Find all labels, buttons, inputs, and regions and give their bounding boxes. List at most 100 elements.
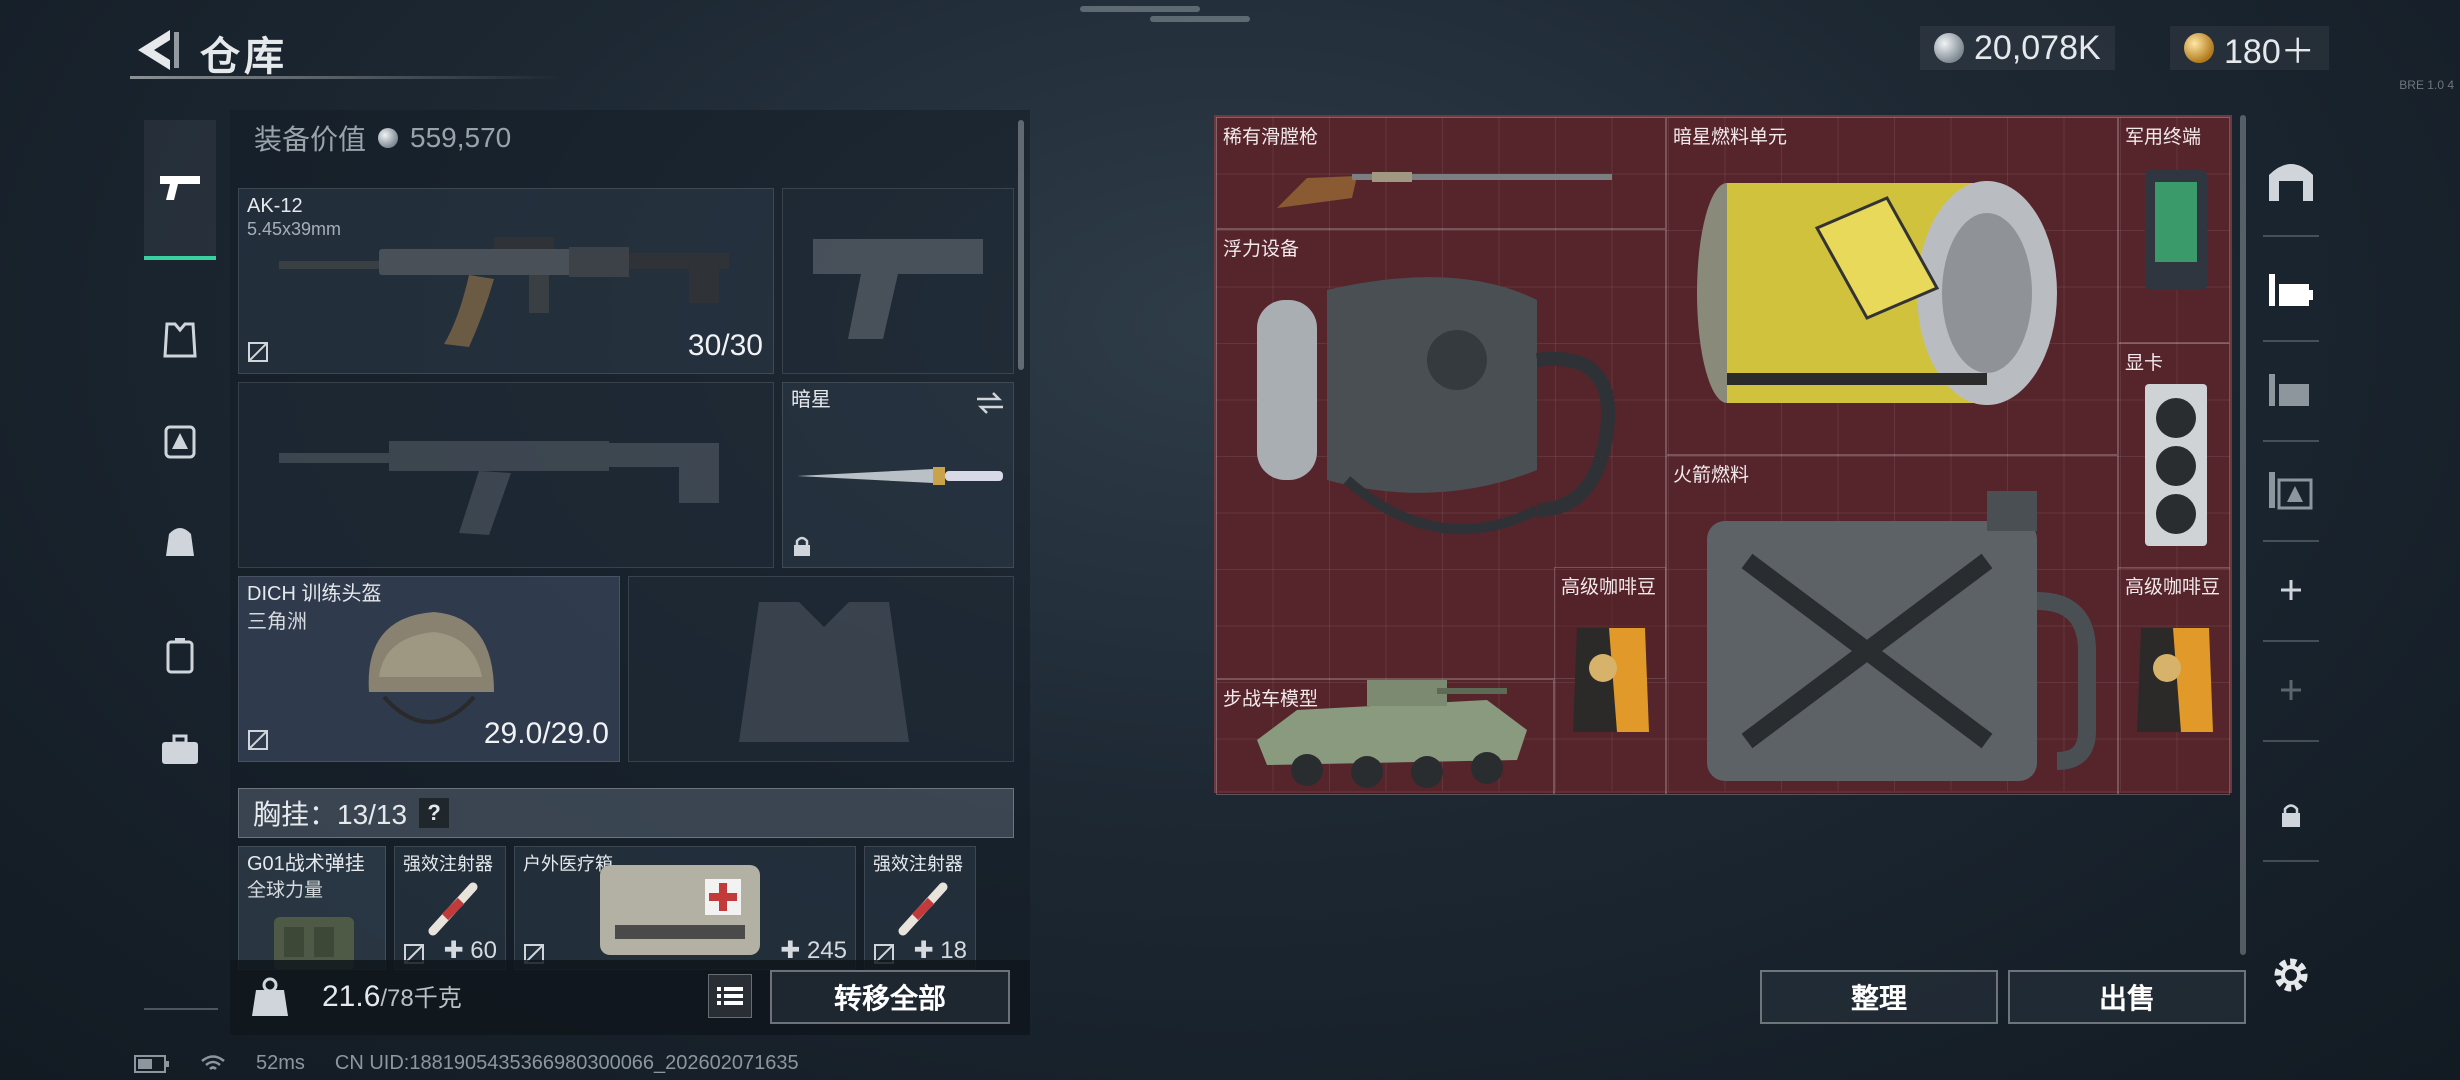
buoyancy-device-image (1257, 277, 1616, 535)
silver-currency[interactable]: 20,078K (1920, 26, 2115, 70)
equipment-value-label: 装备价值 (254, 124, 367, 155)
coffee-bag-image (1573, 628, 1649, 732)
silver-coin-icon (378, 128, 399, 148)
rifle-image (279, 237, 729, 347)
nav-divider (2263, 540, 2319, 542)
settings-button[interactable] (2255, 940, 2327, 1010)
tab-storage-2[interactable] (2255, 255, 2327, 325)
silver-amount: 20,078K (1974, 28, 2101, 67)
item-graphics-card[interactable]: 显卡 (2118, 343, 2230, 569)
case-icon (166, 638, 194, 674)
rig-item-medkit[interactable]: 户外医疗箱 ✚ 245 (514, 846, 856, 970)
nav-divider (2263, 860, 2319, 862)
nav-divider (2263, 340, 2319, 342)
item-label: 军用终端 (2125, 127, 2202, 148)
melee-slot[interactable]: 暗星 (782, 382, 1014, 568)
storage-warning-icon (2269, 472, 2313, 510)
item-label: 显卡 (2125, 353, 2164, 374)
silver-coin-icon (1934, 33, 1964, 63)
ifv-image (1257, 680, 1527, 788)
rifle-placeholder-icon (279, 441, 719, 535)
weight-bar: 21.6/78千克 转移全部 (230, 960, 1030, 1035)
container-scrollbar[interactable] (2240, 115, 2246, 955)
vest-icon (163, 322, 197, 358)
locked-storage[interactable] (2255, 780, 2327, 850)
storage-rack-icon (2269, 374, 2309, 406)
fuel-cell-image (1697, 181, 2057, 405)
secondary-weapon-slot[interactable] (238, 382, 774, 568)
item-coffee-beans[interactable]: 高级咖啡豆 (2118, 567, 2230, 795)
item-label: 高级咖啡豆 (1561, 577, 1657, 598)
helmet-durability: 29.0/29.0 (483, 717, 609, 750)
tab-weapons[interactable] (144, 120, 216, 260)
item-coffee-beans[interactable]: 高级咖啡豆 (1554, 567, 1666, 795)
helmet-brand: 三角洲 (247, 611, 307, 633)
weight-max: /78千克 (380, 985, 462, 1012)
nav-divider (144, 1008, 218, 1010)
battery-icon (134, 1054, 169, 1073)
storage-rack-icon (2269, 274, 2313, 306)
item-musket[interactable]: 稀有滑膛枪 (1216, 117, 1666, 229)
armor-slot[interactable] (628, 576, 1014, 762)
item-fuel-cell[interactable]: 暗星燃料单元 (1666, 117, 2118, 455)
item-rocket-fuel[interactable]: 火箭燃料 (1666, 455, 2118, 795)
nav-divider (2263, 640, 2319, 642)
helmet-slot[interactable]: DICH 训练头盔 三角洲 29.0/29.0 (238, 576, 620, 762)
chest-rig-bar: 胸挂：13/13 ? (238, 788, 1014, 838)
list-view-button[interactable] (708, 974, 752, 1018)
weapon-name: AK-12 (247, 195, 303, 217)
tab-toolbox[interactable] (144, 720, 216, 780)
pistol-placeholder-icon (813, 239, 983, 339)
equipment-value-amount: 559,570 (410, 122, 512, 153)
back-button[interactable] (130, 26, 186, 74)
item-ifv-model[interactable]: 步战车模型 (1216, 679, 1554, 795)
wifi-icon (201, 1054, 225, 1070)
tab-bag[interactable] (144, 510, 216, 570)
coffee-bag-image (2137, 628, 2213, 732)
tab-storage-main[interactable] (2255, 145, 2327, 215)
status-bar: 52ms CN UID:1881905435366980300066_20260… (134, 1052, 799, 1075)
right-container-nav (2255, 115, 2327, 1035)
rig-item-injector[interactable]: 强效注射器 ✚ 18 (864, 846, 976, 970)
list-icon (717, 987, 743, 1005)
help-button[interactable]: ? (419, 798, 450, 828)
rig-item-injector[interactable]: 强效注射器 ✚ 60 (394, 846, 506, 970)
knife-image (797, 467, 1003, 485)
page-title: 仓库 (200, 35, 288, 79)
lock-icon (2282, 804, 2300, 827)
sell-button[interactable]: 出售 (2008, 970, 2246, 1024)
pistol-icon (160, 176, 200, 200)
terminal-image (2145, 170, 2207, 290)
add-storage-button-disabled[interactable] (2255, 655, 2327, 725)
nav-divider (2263, 440, 2319, 442)
primary-weapon-slot[interactable]: AK-12 5.45x39mm 30/30 (238, 188, 774, 374)
tab-storage-4[interactable] (2255, 455, 2327, 525)
tab-case[interactable] (144, 625, 216, 685)
add-storage-button[interactable] (2255, 555, 2327, 625)
gold-currency[interactable]: 180＋ (2170, 26, 2329, 71)
item-label: 高级咖啡豆 (2125, 577, 2221, 598)
equipment-scrollbar[interactable] (1018, 120, 1024, 370)
sort-button[interactable]: 整理 (1760, 970, 1998, 1024)
bag-icon (166, 528, 194, 556)
rig-item-g01[interactable]: G01战术弹挂 全球力量 (238, 846, 386, 970)
equipment-value: 装备价值 559,570 (254, 118, 511, 158)
rig-item-name: G01战术弹挂 (247, 853, 365, 875)
swap-icon[interactable] (975, 391, 1005, 415)
help-label: ? (427, 800, 441, 825)
tab-storage-3[interactable] (2255, 355, 2327, 425)
item-label: 稀有滑膛枪 (1223, 127, 1319, 148)
user-uid: CN UID:1881905435366980300066_2026020716… (334, 1052, 799, 1074)
tab-armor[interactable] (144, 310, 216, 370)
item-military-terminal[interactable]: 军用终端 (2118, 117, 2230, 343)
storage-container: 稀有滑膛枪 暗星燃料单元 军用终端 浮力设备 显卡 火箭燃料 步战车模型 高级咖… (1214, 115, 2232, 795)
transfer-all-button[interactable]: 转移全部 (770, 970, 1010, 1024)
item-label: 浮力设备 (1223, 239, 1300, 260)
tab-backpack[interactable] (144, 410, 216, 470)
gpu-image (2145, 384, 2207, 546)
weight-icon (252, 977, 288, 1016)
gold-amount: 180＋ (2224, 32, 2315, 71)
build-code: BRE 1.0 4 (2399, 78, 2454, 92)
pistol-slot[interactable] (782, 188, 1014, 374)
jerrycan-image (1707, 491, 2096, 781)
